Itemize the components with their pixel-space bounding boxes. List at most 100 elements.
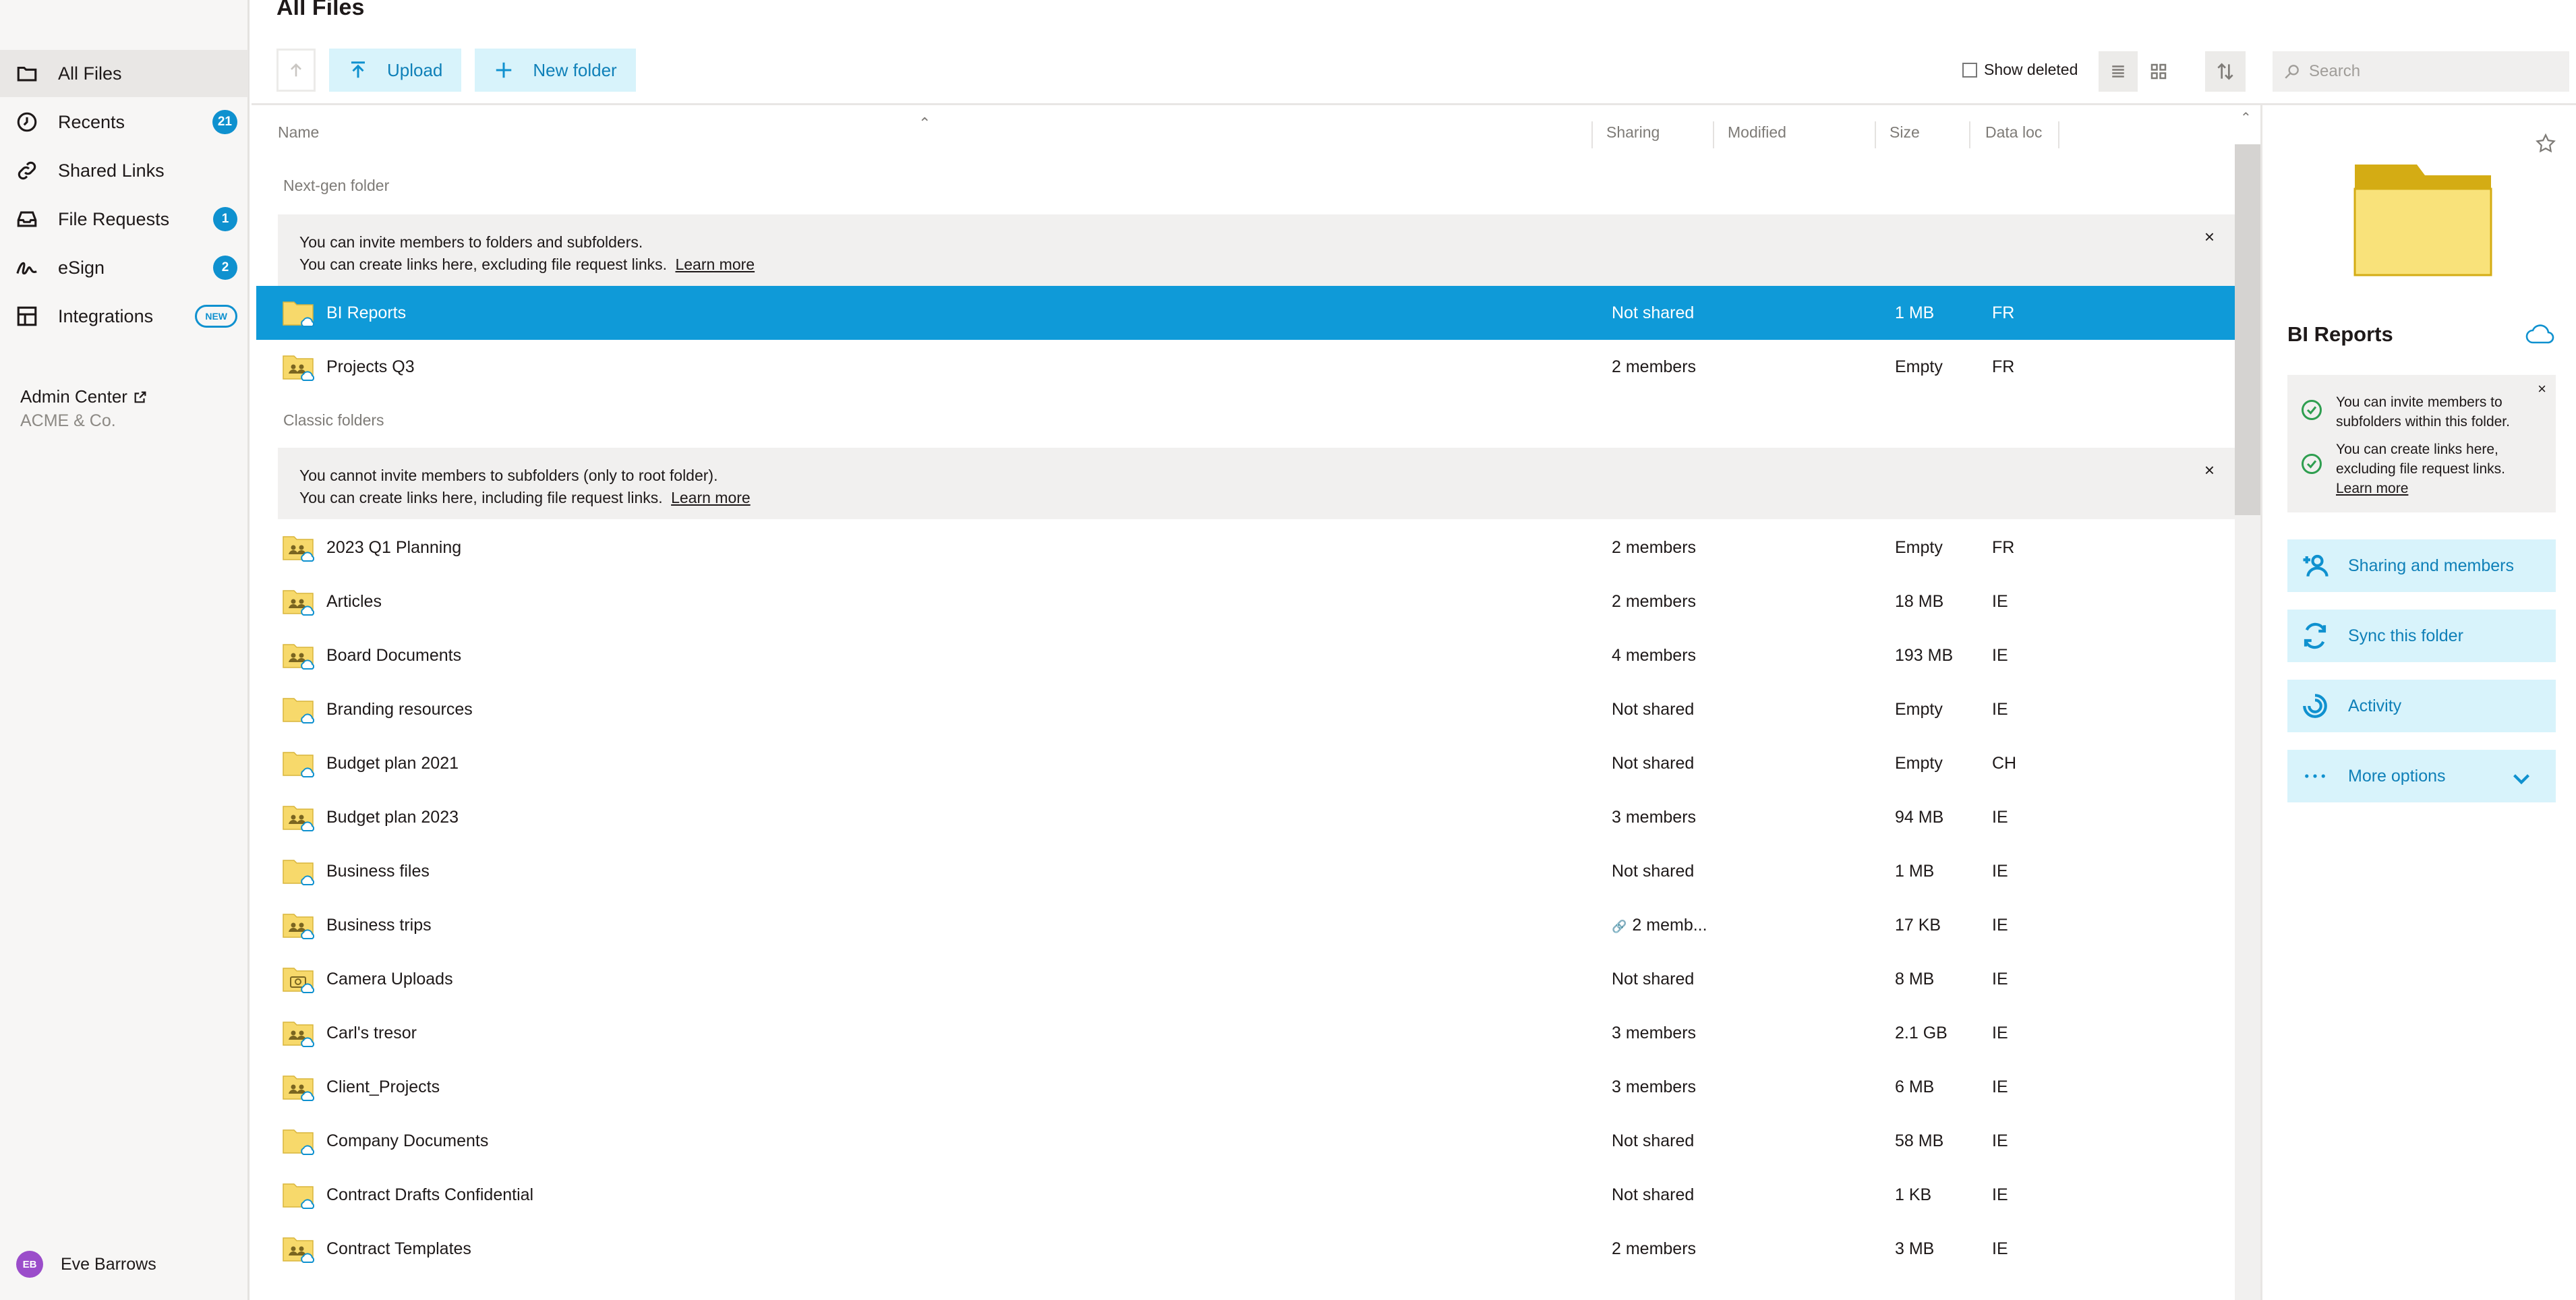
folder-name[interactable]: Contract Templates: [326, 1239, 471, 1259]
folder-icon: [283, 301, 314, 327]
sync-folder-button[interactable]: Sync this folder: [2287, 610, 2556, 662]
list-view-button[interactable]: [2099, 51, 2138, 92]
star-icon[interactable]: [2534, 132, 2557, 158]
table-row[interactable]: 2023 Q1 Planning 2 members Empty FR: [256, 521, 2235, 574]
folder-name[interactable]: Carl's tresor: [326, 1024, 417, 1043]
activity-button[interactable]: Activity: [2287, 680, 2556, 732]
folder-icon: [283, 860, 314, 885]
folder-name[interactable]: Branding resources: [326, 700, 473, 719]
more-options-button[interactable]: More options: [2287, 750, 2556, 802]
details-info-text: You can invite members to subfolders wit…: [2336, 394, 2510, 430]
parent-folder-button[interactable]: [276, 49, 316, 92]
table-row[interactable]: Business files Not shared 1 MB IE: [256, 844, 2235, 898]
folder-name[interactable]: Budget plan 2023: [326, 808, 459, 827]
folder-name[interactable]: 2023 Q1 Planning: [326, 538, 461, 558]
folder-name[interactable]: Business trips: [326, 916, 432, 935]
new-badge: NEW: [195, 305, 237, 328]
more-options-label: More options: [2348, 766, 2446, 786]
table-row[interactable]: Articles 2 members 18 MB IE: [256, 574, 2235, 628]
banner-text-line2: You can create links here, excluding fil…: [299, 256, 755, 274]
learn-more-link[interactable]: Learn more: [671, 489, 751, 506]
recents-badge: 21: [212, 110, 237, 134]
arrow-up-icon: [291, 63, 301, 77]
table-row[interactable]: Board Documents 4 members 193 MB IE: [256, 628, 2235, 682]
folder-name[interactable]: Projects Q3: [326, 357, 415, 377]
folder-name[interactable]: Company Documents: [326, 1131, 488, 1151]
sidebar-item-label: eSign: [58, 257, 105, 278]
folder-icon: [283, 698, 314, 723]
sort-ascending-icon[interactable]: ⌃: [918, 115, 931, 132]
folder-name[interactable]: Budget plan 2021: [326, 754, 459, 773]
column-divider[interactable]: [1969, 121, 1970, 148]
sidebar-item-file-requests[interactable]: File Requests 1: [0, 196, 248, 243]
folder-icon: [283, 1129, 314, 1155]
shared-folder-icon: [283, 1075, 314, 1101]
folder-size: 1 MB: [1895, 862, 1935, 881]
search-box[interactable]: [2273, 51, 2569, 92]
sidebar-item-integrations[interactable]: Integrations NEW: [0, 293, 248, 340]
column-header-sharing[interactable]: Sharing: [1606, 123, 1660, 142]
upload-label: Upload: [387, 59, 443, 80]
table-row[interactable]: Budget plan 2021 Not shared Empty CH: [256, 736, 2235, 790]
scrollbar-thumb[interactable]: [2235, 144, 2260, 515]
upload-button[interactable]: Upload: [329, 49, 462, 92]
table-row[interactable]: Projects Q3 2 members Empty FR: [256, 340, 2235, 394]
sharing-and-members-button[interactable]: Sharing and members: [2287, 539, 2556, 592]
folder-name[interactable]: Contract Drafts Confidential: [326, 1185, 533, 1205]
search-input[interactable]: [2309, 62, 2552, 81]
show-deleted-label: Show deleted: [1984, 61, 2078, 78]
new-folder-button[interactable]: New folder: [475, 49, 636, 92]
avatar: EB: [16, 1251, 43, 1278]
user-name: Eve Barrows: [61, 1254, 156, 1274]
column-divider[interactable]: [2058, 121, 2059, 148]
grid-icon: [2150, 63, 2167, 80]
table-row[interactable]: Branding resources Not shared Empty IE: [256, 682, 2235, 736]
folder-name[interactable]: Board Documents: [326, 646, 461, 666]
table-row[interactable]: Contract Templates 2 members 3 MB IE: [256, 1222, 2235, 1276]
close-icon[interactable]: ×: [2204, 460, 2215, 481]
show-deleted-checkbox[interactable]: [1962, 62, 1977, 78]
column-header-modified[interactable]: Modified: [1728, 123, 1786, 142]
sidebar-item-shared-links[interactable]: Shared Links: [0, 147, 248, 194]
close-icon[interactable]: ×: [2204, 227, 2215, 247]
data-location: IE: [1992, 862, 2008, 881]
sidebar-item-recents[interactable]: Recents 21: [0, 98, 248, 146]
folder-name[interactable]: Articles: [326, 592, 382, 612]
table-row[interactable]: Business trips 🔗 2 memb... 17 KB IE: [256, 898, 2235, 952]
sidebar-item-all-files[interactable]: All Files: [0, 50, 248, 97]
learn-more-link[interactable]: Learn more: [2336, 481, 2408, 496]
table-row[interactable]: Carl's tresor 3 members 2.1 GB IE: [256, 1006, 2235, 1060]
table-row[interactable]: BI Reports Not shared 1 MB FR: [256, 286, 2235, 340]
folder-size: Empty: [1895, 754, 1943, 773]
column-header-name[interactable]: Name: [278, 123, 319, 142]
sort-button[interactable]: [2205, 51, 2246, 92]
close-icon[interactable]: ×: [2538, 380, 2546, 398]
table-row-partial[interactable]: [256, 1285, 2235, 1300]
column-divider[interactable]: [1591, 121, 1593, 148]
sharing-status: Not shared: [1612, 1131, 1695, 1150]
admin-center-link[interactable]: Admin Center: [20, 386, 148, 407]
folder-name[interactable]: Business files: [326, 862, 430, 881]
table-row[interactable]: Camera Uploads Not shared 8 MB IE: [256, 952, 2235, 1006]
folder-name[interactable]: Client_Projects: [326, 1077, 440, 1097]
folder-name[interactable]: BI Reports: [326, 303, 406, 323]
folder-size: 1 MB: [1895, 303, 1935, 322]
column-header-data-location[interactable]: Data loc: [1985, 123, 2042, 142]
column-divider[interactable]: [1875, 121, 1876, 148]
column-header-size[interactable]: Size: [1890, 123, 1920, 142]
user-account[interactable]: EB Eve Barrows: [16, 1251, 156, 1278]
table-row[interactable]: Contract Drafts Confidential Not shared 1 …: [256, 1168, 2235, 1222]
table-row[interactable]: Client_Projects 3 members 6 MB IE: [256, 1060, 2235, 1114]
sharing-status: Not shared: [1612, 700, 1695, 719]
grid-view-button[interactable]: [2139, 51, 2178, 92]
table-row[interactable]: Company Documents Not shared 58 MB IE: [256, 1114, 2235, 1168]
sharing-status: 4 members: [1612, 646, 1697, 665]
column-divider[interactable]: [1713, 121, 1714, 148]
table-row[interactable]: Budget plan 2023 3 members 94 MB IE: [256, 790, 2235, 844]
scroll-up-arrow[interactable]: ⌃: [2240, 109, 2252, 126]
data-location: FR: [1992, 357, 2015, 376]
folder-name[interactable]: Camera Uploads: [326, 970, 453, 989]
sidebar-item-esign[interactable]: eSign 2: [0, 244, 248, 291]
learn-more-link[interactable]: Learn more: [675, 256, 755, 273]
show-deleted-toggle[interactable]: Show deleted: [1962, 61, 2078, 79]
